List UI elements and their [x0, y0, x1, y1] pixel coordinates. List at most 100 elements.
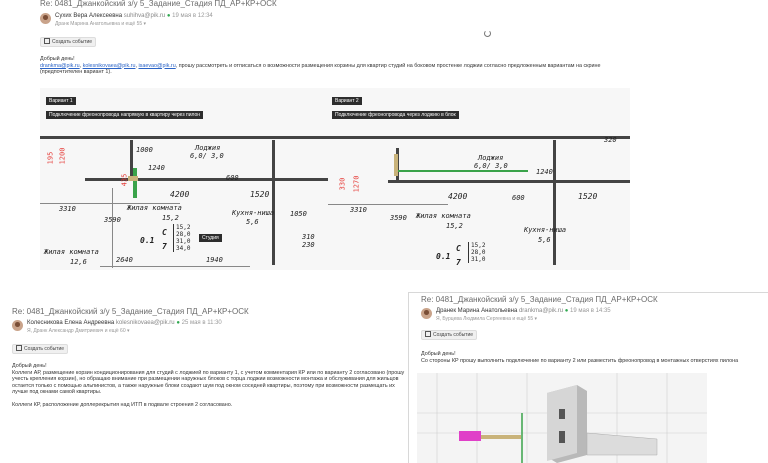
- email-subject: Re: 0481_Джанкойский з/у 5_Задание_Стади…: [421, 295, 658, 304]
- partition-wall: [553, 140, 556, 265]
- body-line-2: (предпочтителен вариант 1).: [40, 69, 112, 76]
- paragraph-2: Коллеги КР, расположение доплерекрытия н…: [12, 401, 233, 408]
- recipients[interactable]: Дранк Марина Анатольевна и ещё 55 ▾: [55, 21, 146, 27]
- pylon-front: [547, 385, 577, 461]
- living-area: 15,2: [446, 222, 463, 230]
- calendar-icon: [44, 38, 50, 44]
- create-event-label: Создать событие: [52, 39, 93, 45]
- dim-310: 310: [302, 233, 315, 241]
- sender-name[interactable]: Колесникова Елена Андреевна: [27, 320, 114, 326]
- dim-1520: 1520: [250, 190, 270, 199]
- drawing-variant-1[interactable]: Вариант 1 Подключение фреонопровода напр…: [40, 88, 345, 270]
- red-dim-1200: 1200: [58, 147, 67, 165]
- variant-2-caption: Подключение фреонопровода через лоджию в…: [332, 111, 459, 119]
- sent-date: 19 мая в 14:35: [570, 308, 611, 314]
- sender-email[interactable]: kolesnikovaea@pik.ru: [116, 320, 175, 326]
- room-kitchen: Кухня-ниша: [524, 226, 567, 234]
- red-dim-330: 330: [338, 177, 347, 191]
- mention-link-2[interactable]: kolesnikovaea@pik.ru: [83, 63, 136, 69]
- calendar-icon: [425, 331, 431, 337]
- create-event-button[interactable]: Создать событие: [421, 330, 478, 340]
- outer-wall: [40, 136, 345, 139]
- greeting: Добрый день!: [40, 56, 75, 62]
- dim-4200: 4200: [170, 190, 190, 199]
- kitchen-area: 5,6: [246, 218, 259, 226]
- kitchen-area: 5,6: [538, 236, 551, 244]
- room-living: Жилая комната: [416, 212, 471, 220]
- apt-value: 15,2: [176, 224, 191, 231]
- recipients[interactable]: Я, Дранк Александр Дмитриевич и ещё 60 ▾: [27, 328, 130, 334]
- avatar[interactable]: [40, 13, 51, 24]
- dim-1520: 1520: [578, 192, 598, 201]
- dim-3590: 3590: [390, 214, 407, 222]
- outer-wall: [328, 136, 630, 139]
- detail-3d-image[interactable]: [417, 373, 707, 463]
- dim-600: 600: [226, 174, 239, 182]
- sender-name[interactable]: Сухих Вера Алексеевна: [55, 13, 122, 19]
- sender-line: Дранек Марина Анатольевна drankma@pik.ru…: [436, 308, 611, 314]
- sender-name[interactable]: Дранек Марина Анатольевна: [436, 308, 517, 314]
- greeting: Добрый день!: [421, 351, 456, 357]
- apt-values: 15,2 28,0 31,0: [468, 242, 485, 263]
- living-area: 15,2: [162, 214, 179, 222]
- sent-date: 25 мая в 11:30: [181, 320, 222, 326]
- email-subject: Re: 0481_Джанкойский з/у 5_Задание_Стади…: [40, 0, 277, 8]
- dim-600: 600: [512, 194, 525, 202]
- dim-4200: 4200: [448, 192, 468, 201]
- dim-3590: 3590: [104, 216, 121, 224]
- dim-320: 320: [604, 136, 617, 144]
- apt-values: 15,2 28,0 31,0 34,0: [173, 224, 190, 252]
- avatar[interactable]: [421, 308, 432, 319]
- dim-1940: 1940: [206, 256, 223, 264]
- facade-wall: [388, 180, 630, 183]
- apt-value: 28,0: [471, 249, 486, 256]
- apt-value: 28,0: [176, 231, 191, 238]
- dim-3310: 3310: [59, 205, 76, 213]
- verified-icon: ●: [564, 308, 569, 314]
- red-dim-1270: 1270: [352, 175, 361, 193]
- dim-1050: 1050: [290, 210, 307, 218]
- verified-icon: ●: [166, 13, 171, 19]
- apt-value: 34,0: [176, 245, 191, 252]
- avatar[interactable]: [12, 320, 23, 331]
- variant-1-label: Вариант 1: [46, 97, 76, 105]
- dim-2640: 2640: [116, 256, 133, 264]
- dim-230: 230: [302, 241, 315, 249]
- paragraph-1: Коллеги АР, размещение корзин кондициони…: [12, 369, 405, 396]
- create-event-button[interactable]: Создать событие: [40, 37, 97, 47]
- dim-line: [328, 204, 448, 205]
- sender-line: Сухих Вера Алексеевна suhihva@pik.ru ● 1…: [55, 13, 213, 19]
- apt-value: 15,2: [471, 242, 486, 249]
- paragraph-1: Со стороны КР прошу выполнить подключени…: [421, 357, 739, 364]
- drawing-variant-2[interactable]: Вариант 2 Подключение фреонопровода чере…: [328, 88, 630, 270]
- magenta-block: [459, 431, 481, 441]
- apt-rooms: 7: [162, 242, 167, 251]
- email-3: Re: 0481_Джанкойский з/у 5_Задание_Стади…: [408, 292, 768, 463]
- variant-1-caption: Подключение фреонопровода напрямую в ква…: [46, 111, 204, 119]
- ac-basket: [394, 154, 398, 176]
- room-living: Жилая комната: [127, 204, 182, 212]
- email-body: Добрый день! drankma@pik.ru, kolesnikova…: [40, 56, 680, 76]
- email-body: Добрый день! Коллеги АР, размещение корз…: [12, 363, 410, 409]
- sender-line: Колесникова Елена Андреевна kolesnikovae…: [27, 320, 222, 326]
- partition-wall: [272, 140, 275, 265]
- create-event-label: Создать событие: [24, 346, 65, 352]
- variant-2-label: Вариант 2: [332, 97, 362, 105]
- sent-date: 19 мая в 12:34: [172, 13, 213, 19]
- freon-pipe: [133, 168, 137, 198]
- sender-email[interactable]: suhihva@pik.ru: [124, 13, 165, 19]
- room-living-2: Жилая комната: [44, 248, 99, 256]
- dim-1000: 1000: [136, 146, 153, 154]
- sender-email[interactable]: drankma@pik.ru: [519, 308, 563, 314]
- slab: [586, 432, 658, 456]
- create-event-button[interactable]: Создать событие: [12, 344, 69, 354]
- apt-type: С: [162, 228, 167, 237]
- room-kitchen: Кухня-ниша: [232, 209, 275, 217]
- apt-number: 0.1: [436, 252, 451, 261]
- red-dim-435: 435: [120, 173, 129, 187]
- dim-line-vert: [112, 188, 113, 268]
- mention-link-1[interactable]: drankma@pik.ru: [40, 63, 80, 69]
- greeting: Добрый день!: [12, 363, 47, 369]
- mention-link-3[interactable]: isaevao@pik.ru: [138, 63, 175, 69]
- recipients[interactable]: Я, Бурцева Людмила Сергеевна и ещё 55 ▾: [436, 316, 537, 322]
